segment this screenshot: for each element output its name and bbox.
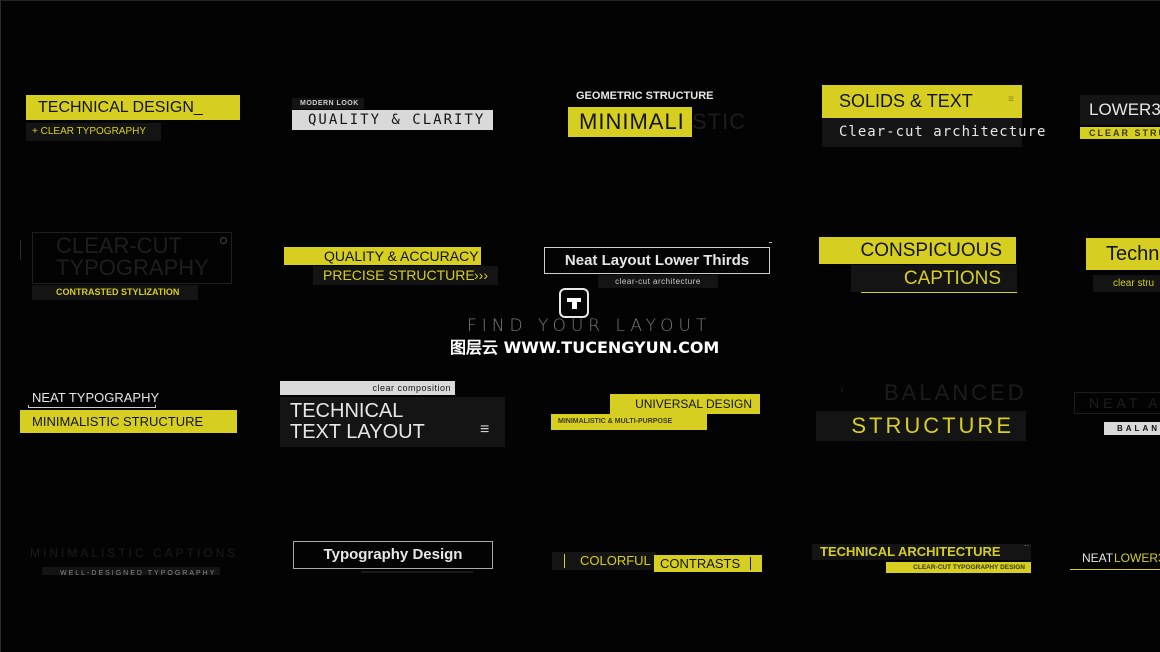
template-universal-design[interactable]: UNIVERSAL DESIGN MINIMALISTIC & MULTI-PU… — [551, 394, 763, 432]
watermark-text: 图层云 WWW.TUCENGYUN.COM — [450, 338, 720, 357]
subtitle-bar: BALANC — [1104, 422, 1160, 435]
chevrons-icon: ››› — [474, 267, 488, 283]
logo-icon — [559, 288, 589, 318]
title-bar: QUALITY & CLARITY — [292, 110, 493, 130]
template-technical-text-layout[interactable]: clear composition TECHNICAL TEXT LAYOUT … — [280, 381, 508, 449]
kicker-label: MODERN LOOK — [292, 98, 364, 109]
word1: COLORFUL — [580, 553, 651, 568]
title-bar: LOWER3 — [1080, 95, 1160, 125]
word1: NEAT — [1082, 551, 1114, 565]
subtitle-bar: WELL-DESIGNED TYPOGRAPHY — [42, 567, 220, 575]
kicker-label: GEOMETRIC STRUCTURE — [576, 90, 714, 102]
subtitle-bar: Clear-cut architecture — [822, 118, 1045, 147]
title-bar: UNIVERSAL DESIGN — [610, 394, 760, 414]
corner-circle-icon — [220, 237, 227, 244]
subtitle-bar: PRECISE STRUCTURE — [313, 266, 498, 285]
template-neat-ar-partial[interactable]: NEAT AR BALANC — [1074, 392, 1160, 438]
title-faded: STIC — [692, 109, 747, 134]
subtitle-bar: CAPTIONS — [851, 265, 1017, 292]
accent-line — [20, 240, 21, 260]
word2: LOWER3 — [1114, 551, 1160, 565]
template-lower3-partial[interactable]: LOWER3 CLEAR STRU — [1080, 95, 1160, 143]
template-balanced-structure[interactable]: › BALANCED STRUCTURE — [816, 379, 1030, 443]
title-bar: MINIMALISTIC STRUCTURE — [20, 410, 237, 433]
subtitle-bar: + CLEAR TYPOGRAPHY — [26, 123, 161, 141]
template-neat-layout[interactable]: Neat Layout Lower Thirds clear-cut archi… — [544, 242, 774, 290]
title-line1: CLEAR-CUT — [56, 233, 182, 258]
template-minimalistic[interactable]: GEOMETRIC STRUCTURE MINIMALI STIC — [568, 90, 768, 140]
template-typography-design[interactable]: Typography Design — [293, 541, 495, 573]
corner-tick — [769, 242, 772, 243]
template-clear-cut-typography[interactable]: CLEAR-CUT TYPOGRAPHY CONTRASTED STYLIZAT… — [20, 232, 235, 302]
template-neat-lower3-partial[interactable]: NEAT LOWER3 — [1070, 548, 1160, 572]
title-bar: TECHNICAL DESIGN_ — [26, 95, 240, 120]
title-bar: Techn — [1086, 238, 1160, 270]
template-solids-text[interactable]: SOLIDS & TEXT ≡ Clear-cut architecture — [822, 85, 1045, 147]
title-bar: QUALITY & ACCURACY — [284, 247, 481, 265]
subtitle-bar: CLEAR-CUT TYPOGRAPHY DESIGN — [886, 562, 1031, 573]
template-quality-clarity[interactable]: MODERN LOOK QUALITY & CLARITY — [292, 98, 497, 133]
menu-icon: ≡ — [1008, 94, 1014, 105]
template-neat-typography[interactable]: NEAT TYPOGRAPHY MINIMALISTIC STRUCTURE — [20, 388, 240, 436]
subtitle-bar: CONTRASTED STYLIZATION — [32, 285, 198, 300]
frame-top-edge — [0, 0, 1160, 1]
menu-icon: ≡ — [480, 421, 490, 438]
underline — [1070, 569, 1160, 570]
template-technical-architecture[interactable]: TECHNICAL ARCHITECTURE ·· CLEAR-CUT TYPO… — [812, 541, 1034, 574]
title-line2: TEXT LAYOUT — [290, 421, 425, 443]
title-faded: BALANCED — [884, 380, 1027, 405]
title-line1: TECHNICAL — [290, 400, 404, 422]
subtitle-bar: CLEAR STRU — [1080, 127, 1160, 139]
title-bar: SOLIDS & TEXT — [822, 85, 1022, 118]
title-box: Neat Layout Lower Thirds — [544, 247, 770, 274]
frame-left-edge — [0, 0, 1, 652]
subtitle-bar: STRUCTURE — [816, 411, 1026, 441]
underline — [361, 571, 473, 573]
accent-line-left — [564, 554, 565, 568]
template-quality-accuracy[interactable]: QUALITY & ACCURACY PRECISE STRUCTURE ››› — [284, 247, 504, 287]
template-techn-partial[interactable]: Techn clear stru — [1086, 238, 1160, 294]
title-box: Typography Design — [293, 541, 493, 569]
dots-icon: ·· — [1024, 541, 1030, 550]
template-minimalistic-captions[interactable]: MINIMALISTIC CAPTIONS WELL-DESIGNED TYPO… — [30, 543, 235, 575]
template-technical-design[interactable]: TECHNICAL DESIGN_ + CLEAR TYPOGRAPHY — [26, 95, 241, 145]
tagline: FIND YOUR LAYOUT — [467, 316, 712, 336]
marker-icon: › — [840, 384, 844, 396]
kicker-bar: clear composition — [280, 381, 455, 395]
title-box: NEAT AR — [1074, 392, 1160, 414]
kicker-label: NEAT TYPOGRAPHY — [32, 390, 160, 405]
accent-line-right — [750, 557, 751, 570]
word2-bar: CONTRASTS — [654, 555, 762, 572]
title-bar: TECHNICAL ARCHITECTURE — [812, 544, 1031, 560]
template-conspicuous-captions[interactable]: CONSPICUOUS CAPTIONS — [819, 237, 1019, 295]
subtitle-bar: MINIMALISTIC & MULTI-PURPOSE — [551, 414, 707, 430]
title-bar: CONSPICUOUS — [819, 237, 1016, 264]
kicker-bracket — [28, 405, 156, 408]
title-line2: TYPOGRAPHY — [56, 255, 209, 280]
underline — [861, 292, 1017, 293]
title-faded: MINIMALISTIC CAPTIONS — [30, 546, 235, 560]
template-colorful-contrasts[interactable]: COLORFUL CONTRASTS — [552, 552, 764, 574]
subtitle-bar: clear stru — [1093, 275, 1160, 292]
title-highlight: MINIMALI — [568, 107, 692, 137]
subtitle-bar: clear-cut architecture — [598, 275, 718, 288]
